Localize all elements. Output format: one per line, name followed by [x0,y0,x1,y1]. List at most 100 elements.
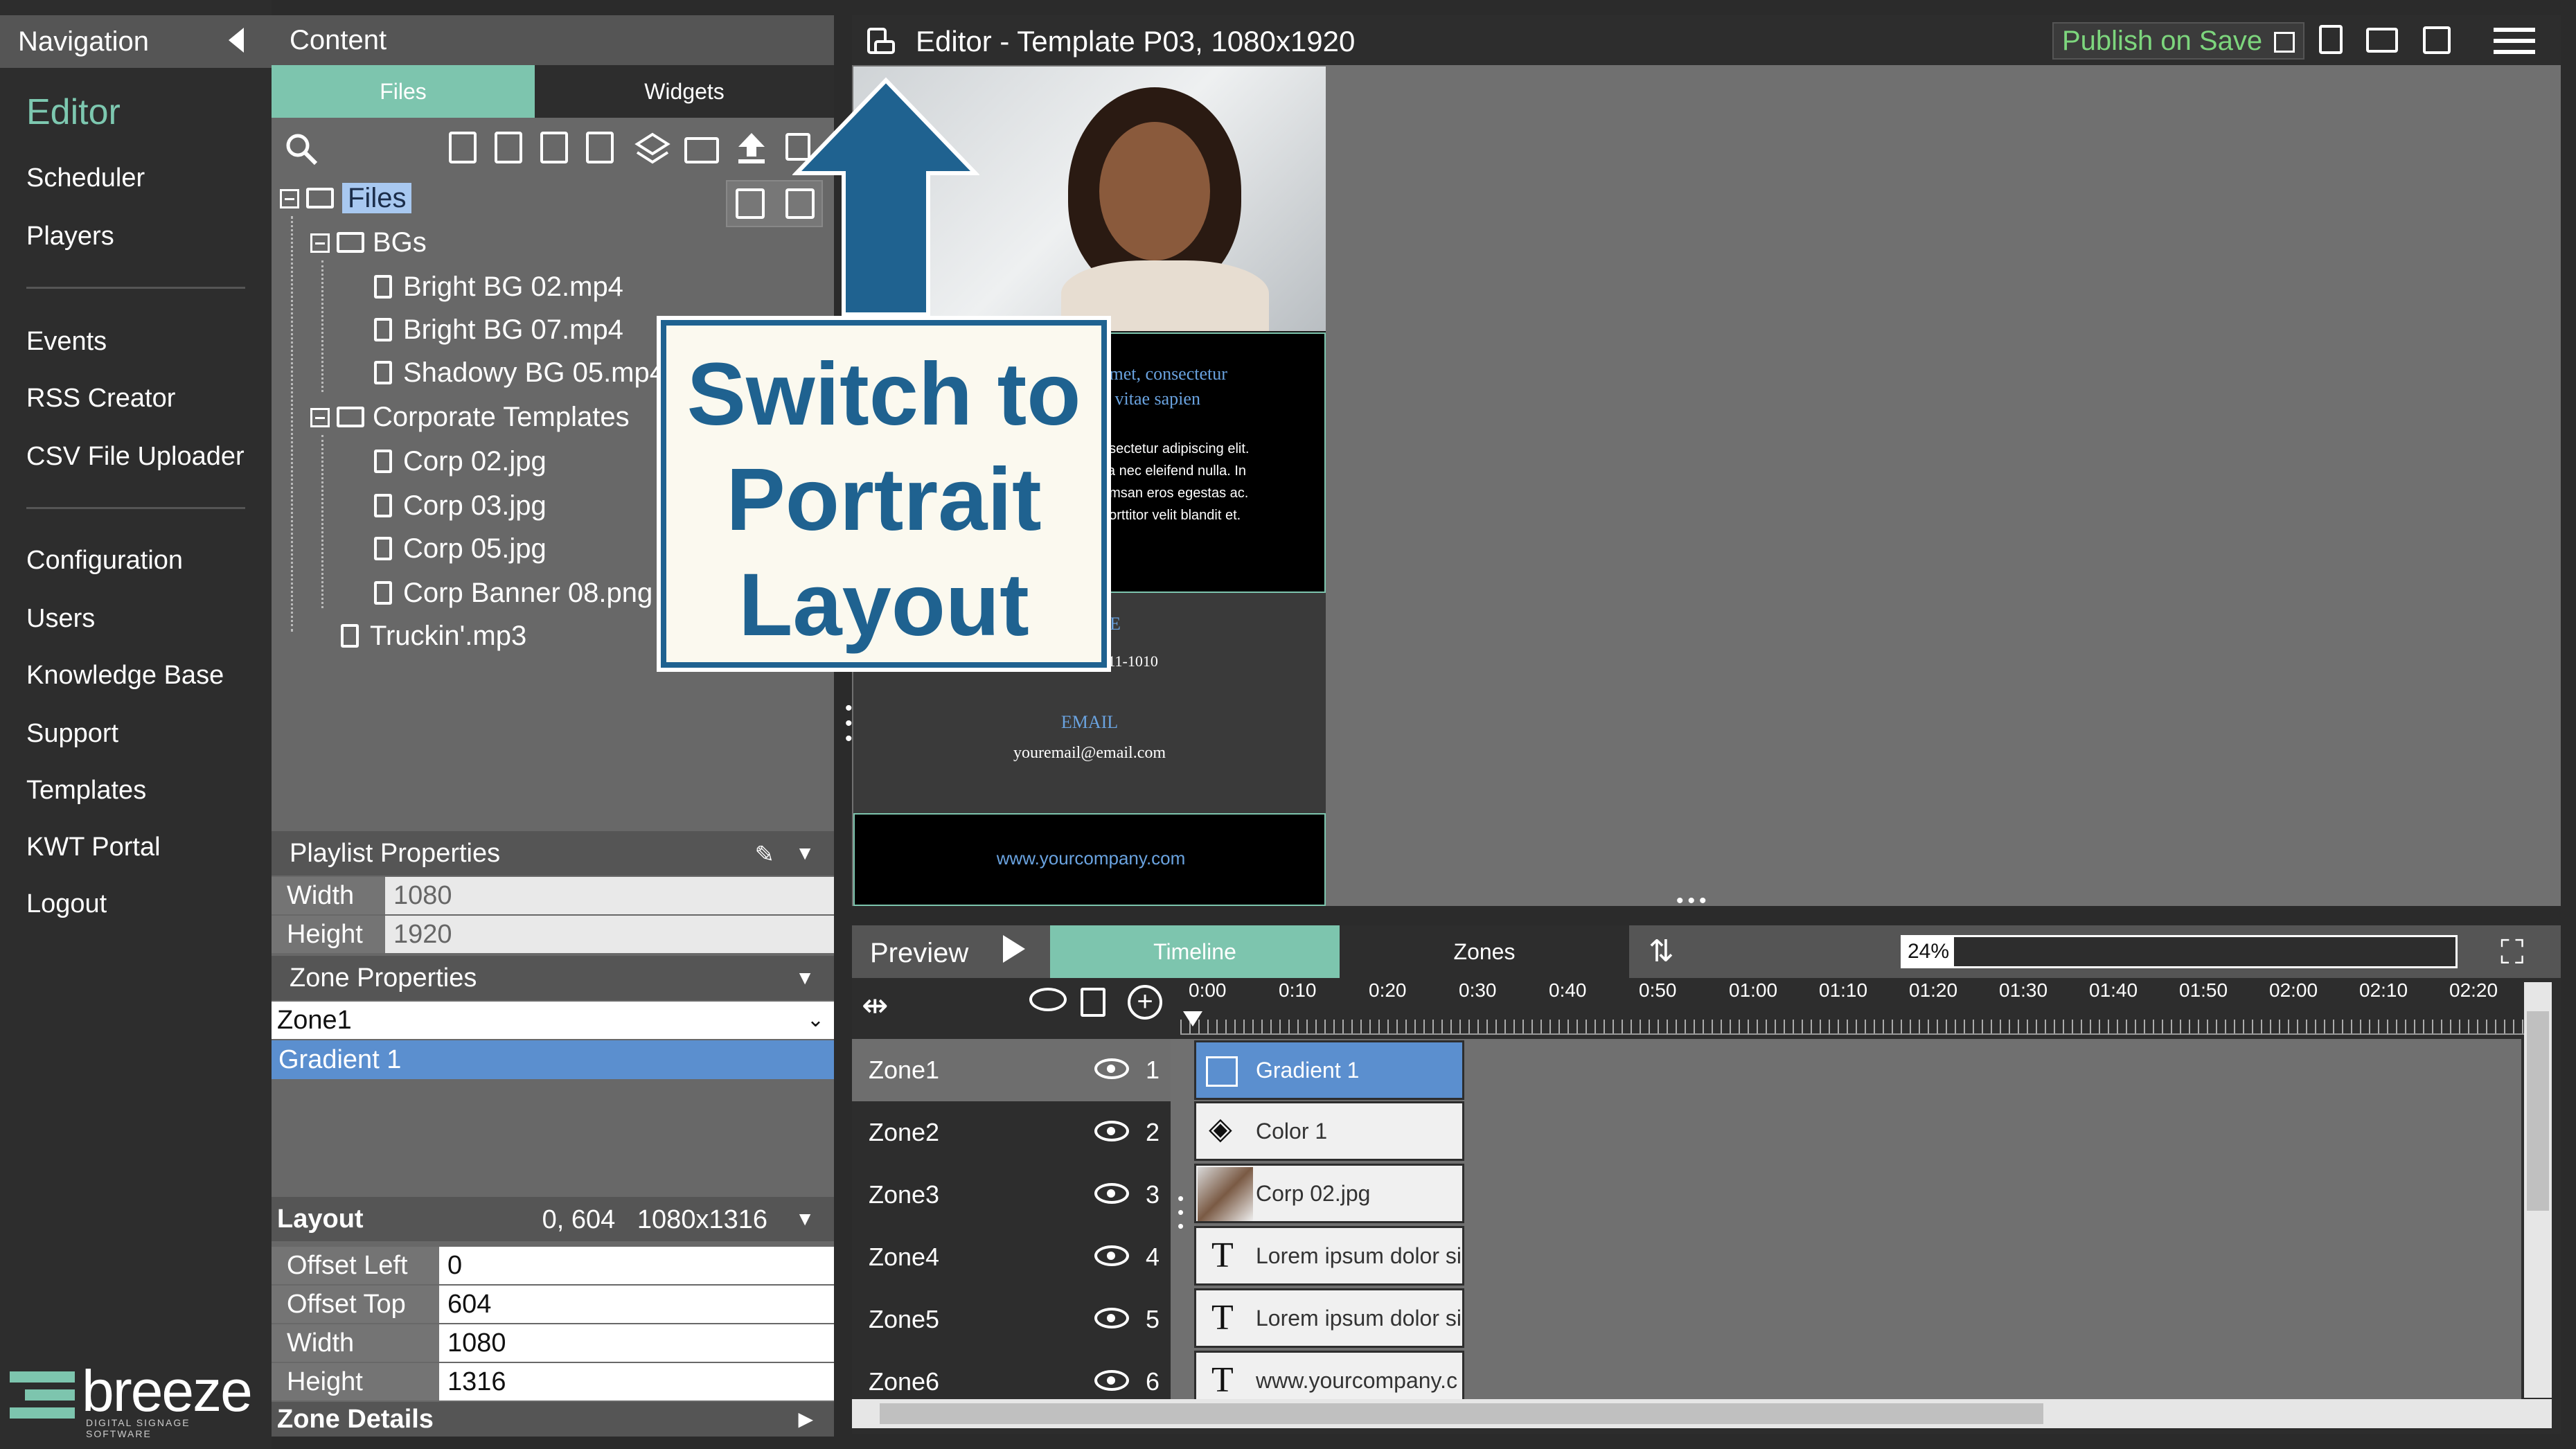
fit-width-icon[interactable]: ⇹ [862,986,889,1024]
tab-zones[interactable]: Zones [1340,925,1629,978]
nav-item-players[interactable]: Players [26,222,114,251]
new-pdf-icon[interactable] [586,132,614,163]
tree-folder-corporate[interactable]: Corporate Templates [310,402,630,433]
folder-label: Corporate Templates [373,402,630,432]
new-folder-icon[interactable] [684,137,719,163]
save-icon[interactable] [2423,26,2451,54]
horizontal-scrollbar[interactable] [852,1399,2552,1428]
eye-icon[interactable] [1094,1058,1129,1079]
play-icon[interactable] [1003,935,1025,963]
publish-on-save-toggle[interactable]: Publish on Save [2052,22,2305,60]
collapse-icon[interactable] [310,408,330,427]
new-image-icon[interactable] [449,132,477,163]
tree-file[interactable]: Corp 05.jpg [374,533,547,565]
copy-icon[interactable] [736,188,765,219]
nav-item-editor[interactable]: Editor [26,91,121,133]
fullscreen-icon[interactable]: ⛶ [2501,934,2524,972]
timeline-clip[interactable]: T www.yourcompany.c [1194,1351,1464,1399]
resize-handle-horizontal[interactable]: ••• [1676,889,1711,913]
eye-icon[interactable] [1094,1370,1129,1391]
zone-row[interactable]: Zone5 5 [852,1288,1171,1351]
new-document-icon[interactable] [495,132,522,163]
timeline-clip[interactable]: Gradient 1 [1194,1040,1464,1100]
open-folder-icon[interactable] [2366,28,2398,53]
add-zone-icon[interactable]: + [1128,985,1162,1020]
nav-item-kwt-portal[interactable]: KWT Portal [26,833,161,862]
offset-top-input[interactable]: 604 [442,1286,491,1323]
new-file-icon[interactable] [2319,25,2343,54]
layers-icon[interactable] [634,130,670,166]
nav-item-logout[interactable]: Logout [26,889,107,919]
vertical-scrollbar[interactable] [2524,982,2552,1398]
orientation-toggle-icon[interactable] [866,26,896,57]
resize-handle[interactable]: • • • [845,698,853,749]
zone-row[interactable]: Zone2 2 [852,1101,1171,1164]
zoom-slider[interactable]: 24% [1901,935,2458,968]
timeline-clip[interactable]: T Lorem ipsum dolor si [1194,1288,1464,1348]
collapse-arrow-icon[interactable] [229,28,244,53]
eye-icon[interactable] [1094,1308,1129,1328]
nav-item-templates[interactable]: Templates [26,776,146,806]
sort-arrows-icon[interactable]: ⇅ [1649,934,1674,969]
upload-icon[interactable] [736,130,767,166]
playlist-properties-header[interactable]: Playlist Properties ✎ ▼ [272,831,834,875]
nav-item-rss-creator[interactable]: RSS Creator [26,384,175,414]
zone-item-selected[interactable]: Gradient 1 [272,1040,834,1079]
resize-handle[interactable]: • • • [1178,1189,1184,1235]
new-audio-icon[interactable] [540,132,568,163]
scrollbar-thumb[interactable] [2527,1011,2549,1211]
tree-file[interactable]: Bright BG 02.mp4 [374,272,623,303]
nav-item-events[interactable]: Events [26,327,107,357]
chevron-down-icon[interactable]: ▼ [795,842,815,864]
playhead[interactable] [1183,1011,1202,1026]
hamburger-menu-icon[interactable] [2494,26,2535,55]
chevron-right-icon[interactable]: ▶ [798,1407,813,1430]
checkbox[interactable] [2274,32,2295,53]
eye-icon[interactable] [1094,1245,1129,1266]
scrollbar-thumb[interactable] [880,1403,2043,1424]
zone-row[interactable]: Zone1 1 [852,1039,1171,1101]
nav-item-configuration[interactable]: Configuration [26,546,183,576]
layout-header[interactable]: Layout 0, 604 1080x1316 ▼ [272,1197,834,1241]
nav-item-users[interactable]: Users [26,604,95,634]
tree-file[interactable]: Corp 02.jpg [374,446,547,477]
eye-icon[interactable] [1029,988,1067,1011]
collapse-icon[interactable] [310,233,330,253]
layout-width-input[interactable]: 1080 [442,1324,506,1362]
zone-details-header[interactable]: Zone Details ▶ [272,1402,834,1437]
offset-left-input[interactable]: 0 [442,1247,462,1284]
tab-widgets[interactable]: Widgets [535,65,834,118]
edit-pencil-icon[interactable]: ✎ [755,841,775,869]
tree-file[interactable]: Corp 03.jpg [374,490,547,522]
timeline-ruler[interactable]: 0:00 0:10 0:20 0:30 0:40 0:50 01:00 01:1… [1180,978,2538,1035]
nav-item-scheduler[interactable]: Scheduler [26,163,145,193]
tab-files[interactable]: Files [272,65,535,118]
tick-label: 0:20 [1369,979,1407,1001]
collapse-icon[interactable] [280,189,299,208]
timeline-clip[interactable]: T Lorem ipsum dolor si [1194,1226,1464,1286]
eye-icon[interactable] [1094,1121,1129,1141]
zone-row[interactable]: Zone6 6 [852,1351,1171,1399]
zone-properties-header[interactable]: Zone Properties ▼ [272,956,834,1000]
timeline-clip[interactable]: Corp 02.jpg [1194,1164,1464,1223]
zone-row[interactable]: Zone3 3 [852,1164,1171,1226]
zone-select[interactable]: Zone1 ⌄ [272,1002,834,1039]
search-icon[interactable] [284,132,319,166]
trash-icon[interactable] [1081,988,1105,1017]
tree-root[interactable]: Files [280,183,412,214]
tab-timeline[interactable]: Timeline [1050,925,1340,978]
zone-row[interactable]: Zone4 4 [852,1226,1171,1288]
tree-folder-bgs[interactable]: BGs [310,227,427,258]
zone-name: Zone6 [869,1367,940,1396]
chevron-down-icon[interactable]: ▼ [795,1208,815,1230]
eye-icon[interactable] [1094,1183,1129,1204]
tree-file[interactable]: Bright BG 07.mp4 [374,314,623,346]
nav-item-csv-uploader[interactable]: CSV File Uploader [26,442,245,472]
layout-height-input[interactable]: 1316 [442,1363,506,1401]
nav-item-support[interactable]: Support [26,719,118,749]
tree-file[interactable]: Truckin'.mp3 [341,621,526,652]
template-email-label: EMAIL [1060,712,1119,732]
timeline-clip[interactable]: ◈ Color 1 [1194,1101,1464,1161]
nav-item-knowledge-base[interactable]: Knowledge Base [26,661,224,691]
chevron-down-icon[interactable]: ▼ [795,967,815,989]
